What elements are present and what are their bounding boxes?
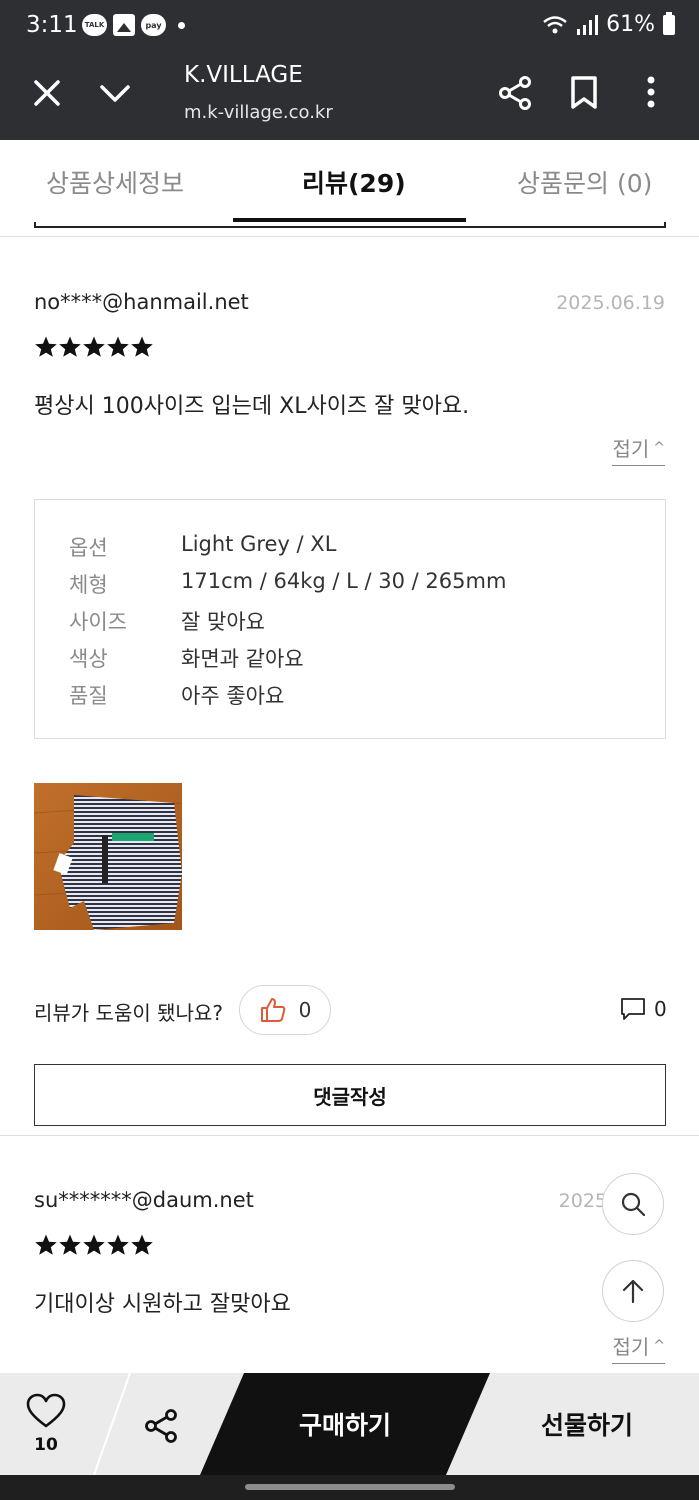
clock: 3:11 <box>26 12 78 38</box>
option-label: 사이즈 <box>69 610 127 634</box>
write-comment-button[interactable]: 댓글작성 <box>34 1064 666 1126</box>
review-photo-image <box>34 783 182 930</box>
system-status: 61% <box>542 11 675 37</box>
like-button[interactable]: 0 <box>239 985 331 1035</box>
status-bar: 3:11 TALK pay 61% <box>0 0 699 52</box>
gallery-icon <box>113 14 135 36</box>
kakaotalk-icon: TALK <box>82 14 107 36</box>
search-icon <box>621 1192 646 1217</box>
close-icon <box>34 80 60 106</box>
thumbs-up-icon <box>260 998 285 1022</box>
fold-button[interactable]: 접기 ^ <box>612 1331 665 1364</box>
option-value: Light Grey / XL <box>181 532 337 556</box>
bottom-action-bar: 10 구매하기 선물하기 <box>0 1373 699 1475</box>
divider <box>0 1135 699 1136</box>
fold-label: 접기 <box>612 437 650 461</box>
like-count: 0 <box>298 998 312 1022</box>
star-icon <box>131 336 153 357</box>
star-icon <box>107 336 129 357</box>
review-date: 2025 <box>558 1190 607 1212</box>
star-icon <box>107 1234 129 1255</box>
star-rating <box>34 1233 154 1257</box>
helpful-question: 리뷰가 도움이 됐나요? <box>34 1001 223 1025</box>
option-row: 옵션 Light Grey / XL <box>69 532 336 562</box>
more-vertical-icon <box>647 76 655 108</box>
share-icon <box>499 76 531 110</box>
review-text: 평상시 100사이즈 입는데 XL사이즈 잘 맞아요. <box>34 394 470 419</box>
comment-icon <box>621 998 645 1020</box>
option-row: 색상 화면과 같아요 <box>69 643 304 673</box>
browser-toolbar: K.VILLAGE m.k-village.co.kr <box>0 52 699 140</box>
star-icon <box>59 336 81 357</box>
option-value: 잘 맞아요 <box>181 610 265 634</box>
search-floating-button[interactable] <box>602 1173 664 1235</box>
bookmark-icon <box>571 76 597 109</box>
notification-icons: TALK pay <box>82 14 185 36</box>
star-icon <box>83 336 105 357</box>
divider <box>0 236 699 237</box>
review-author: no****@hanmail.net <box>34 290 249 314</box>
option-label: 색상 <box>69 647 108 671</box>
option-value: 화면과 같아요 <box>181 647 304 671</box>
signal-icon <box>577 14 599 35</box>
star-rating <box>34 335 154 359</box>
option-label: 품질 <box>69 684 108 708</box>
wishlist-count: 10 <box>34 1435 58 1455</box>
tab-qna[interactable]: 상품문의 (0) <box>517 164 652 200</box>
previous-section-border <box>34 222 666 228</box>
bookmark-button[interactable] <box>566 74 602 116</box>
pay-icon: pay <box>141 14 166 36</box>
fold-button[interactable]: 접기 ^ <box>612 433 665 466</box>
option-row: 사이즈 잘 맞아요 <box>69 606 265 636</box>
page-title: K.VILLAGE <box>184 62 303 88</box>
star-icon <box>83 1234 105 1255</box>
battery-icon <box>663 11 675 35</box>
battery-percent: 61% <box>606 12 655 37</box>
wifi-icon <box>543 15 567 33</box>
more-menu-button[interactable] <box>636 74 666 116</box>
comment-count: 0 <box>654 997 667 1021</box>
option-value: 아주 좋아요 <box>181 684 285 708</box>
share-product-button[interactable] <box>142 1407 180 1449</box>
chevron-down-icon <box>100 85 130 102</box>
close-button[interactable] <box>30 76 64 114</box>
review-options-box: 옵션 Light Grey / XL 체형 171cm / 64kg / L /… <box>34 499 666 739</box>
share-button[interactable] <box>496 74 534 116</box>
chevron-up-icon: ^ <box>653 439 665 456</box>
tab-product-detail[interactable]: 상품상세정보 <box>46 164 184 200</box>
wishlist-button[interactable]: 10 <box>22 1393 70 1455</box>
option-label: 체형 <box>69 573 108 597</box>
arrow-up-icon <box>622 1279 644 1304</box>
chevron-up-icon: ^ <box>653 1337 665 1354</box>
scroll-to-top-button[interactable] <box>602 1260 664 1322</box>
heart-icon <box>26 1393 66 1428</box>
system-nav-bar <box>0 1475 699 1500</box>
page-url: m.k-village.co.kr <box>184 102 333 123</box>
comment-count-button[interactable]: 0 <box>620 997 667 1021</box>
fold-label: 접기 <box>612 1335 650 1359</box>
star-icon <box>35 1234 57 1255</box>
option-label: 옵션 <box>69 536 108 560</box>
home-gesture-handle[interactable] <box>245 1484 455 1490</box>
more-notifications-dot-icon <box>178 22 185 29</box>
minimize-button[interactable] <box>98 76 132 114</box>
star-icon <box>59 1234 81 1255</box>
gift-button[interactable]: 선물하기 <box>445 1373 699 1475</box>
tab-reviews[interactable]: 리뷰(29) <box>302 164 406 200</box>
review-author: su*******@daum.net <box>34 1188 254 1212</box>
star-icon <box>131 1234 153 1255</box>
product-tabs: 상품상세정보 리뷰(29) 상품문의 (0) <box>0 140 699 224</box>
option-row: 체형 171cm / 64kg / L / 30 / 265mm <box>69 569 506 599</box>
star-icon <box>35 336 57 357</box>
share-icon <box>145 1409 177 1443</box>
option-row: 품질 아주 좋아요 <box>69 680 284 710</box>
divider <box>93 1373 131 1475</box>
review-photo-thumbnail[interactable] <box>34 783 182 930</box>
review-text: 기대이상 시원하고 잘맞아요 <box>34 1292 291 1317</box>
option-value: 171cm / 64kg / L / 30 / 265mm <box>181 569 507 593</box>
review-date: 2025.06.19 <box>556 292 665 314</box>
